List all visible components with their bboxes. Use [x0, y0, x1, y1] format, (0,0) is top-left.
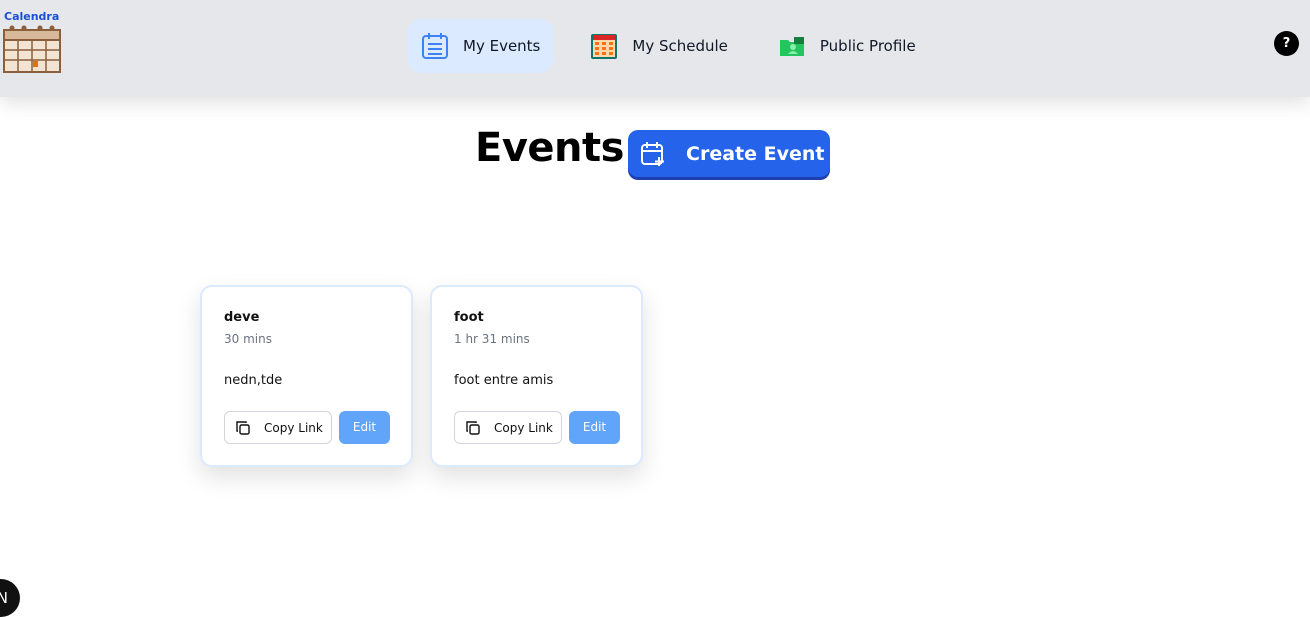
calendra-logo[interactable]: Calendra: [0, 10, 66, 76]
nav-item-my-schedule[interactable]: My Schedule: [576, 19, 742, 73]
nav-label-my-events: My Events: [463, 37, 541, 55]
dev-indicator-badge[interactable]: N: [0, 579, 20, 617]
nav-item-public-profile[interactable]: Public Profile: [764, 19, 930, 73]
copy-link-label: Copy Link: [264, 420, 323, 435]
calendar-grid-icon: [590, 32, 618, 60]
main-nav: My Events My Schedule Public Profile: [407, 19, 952, 73]
nav-item-my-events[interactable]: My Events: [407, 19, 555, 73]
help-icon: ?: [1282, 36, 1291, 51]
top-navbar: Calendra My Events My Schedule Public Pr…: [0, 0, 1310, 97]
copy-link-label: Copy Link: [494, 420, 553, 435]
calendar-plus-icon: [640, 141, 666, 167]
edit-button[interactable]: Edit: [339, 411, 390, 444]
page-title: Events: [475, 125, 624, 171]
event-card: foot 1 hr 31 mins foot entre amis Copy L…: [430, 285, 643, 467]
event-description: foot entre amis: [454, 373, 554, 388]
user-avatar[interactable]: ?: [1274, 31, 1299, 56]
nav-label-public-profile: Public Profile: [819, 37, 916, 55]
calendar-list-icon: [421, 32, 449, 60]
event-duration: 30 mins: [224, 332, 272, 346]
event-card: deve 30 mins nedn,tde Copy Link Edit: [200, 285, 413, 467]
copy-icon: [236, 420, 250, 435]
create-event-button[interactable]: Create Event: [628, 130, 830, 177]
copy-link-button[interactable]: Copy Link: [454, 411, 562, 444]
event-description: nedn,tde: [224, 373, 283, 388]
event-title: foot: [454, 310, 484, 325]
copy-icon: [466, 420, 480, 435]
event-duration: 1 hr 31 mins: [454, 332, 530, 346]
logo-text: Calendra: [4, 10, 60, 23]
copy-link-button[interactable]: Copy Link: [224, 411, 332, 444]
nav-label-my-schedule: My Schedule: [632, 37, 728, 55]
event-title: deve: [224, 310, 260, 325]
edit-button[interactable]: Edit: [569, 411, 620, 444]
create-event-label: Create Event: [686, 142, 825, 165]
profile-folder-icon: [778, 32, 806, 60]
